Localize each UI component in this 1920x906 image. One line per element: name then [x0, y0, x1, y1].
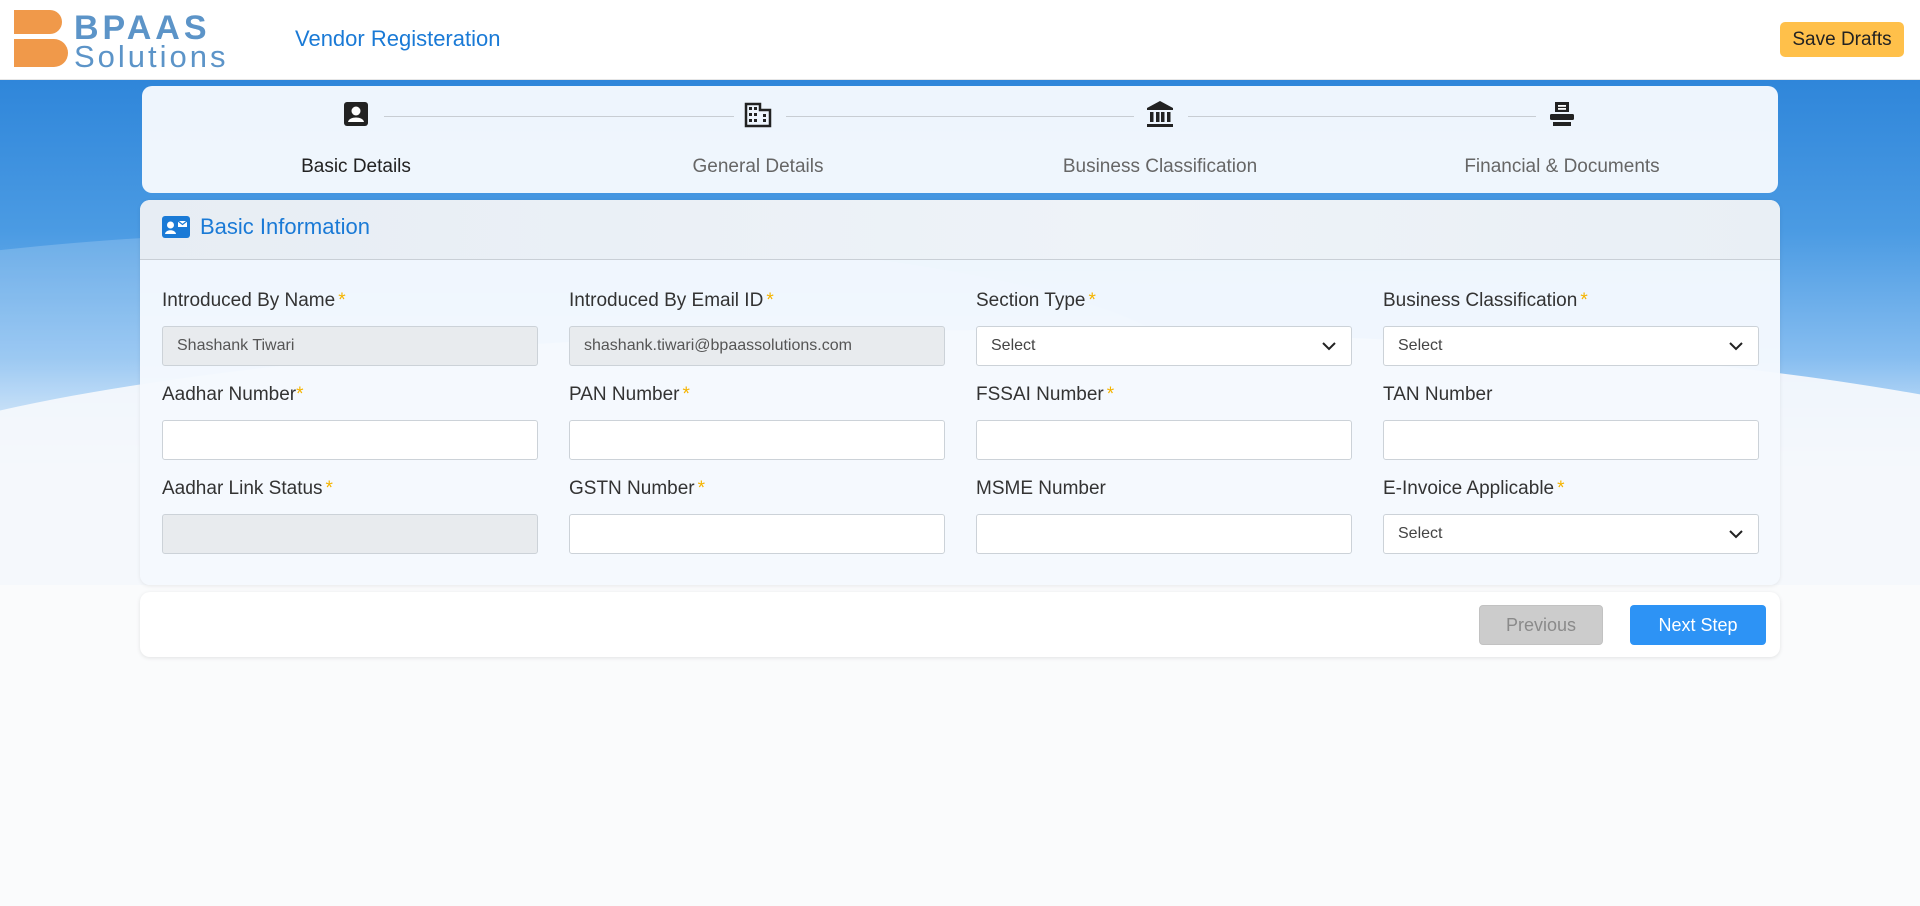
building-icon — [744, 102, 772, 128]
aadhar-link-status-input[interactable] — [162, 514, 538, 554]
field-label: E-Invoice Applicable * — [1383, 478, 1565, 499]
required-asterisk: * — [682, 384, 690, 405]
introduced-by-email-input[interactable] — [569, 326, 945, 366]
required-asterisk: * — [296, 384, 304, 405]
document-stamp-icon — [1550, 102, 1574, 126]
card-title: Basic Information — [200, 214, 370, 239]
chevron-down-icon — [1322, 342, 1336, 351]
logo-text-secondary: Solutions — [74, 39, 229, 74]
previous-button[interactable]: Previous — [1479, 605, 1603, 645]
bank-icon — [1147, 101, 1173, 127]
field-label: MSME Number — [976, 478, 1106, 499]
field-label: Aadhar Link Status * — [162, 478, 333, 499]
card-header: Basic Information — [140, 200, 1780, 260]
step-business-classification[interactable]: Business Classification — [1010, 86, 1310, 193]
field-label: TAN Number — [1383, 384, 1493, 405]
required-asterisk: * — [1580, 290, 1588, 311]
gstn-number-input[interactable] — [569, 514, 945, 554]
field-label: Section Type * — [976, 290, 1096, 311]
introduced-by-name-input[interactable] — [162, 326, 538, 366]
field-label: Introduced By Name * — [162, 290, 346, 311]
required-asterisk: * — [1088, 290, 1096, 311]
field-label: Aadhar Number* — [162, 384, 304, 405]
form-actions-bar: Previous Next Step — [140, 592, 1780, 657]
next-step-button[interactable]: Next Step — [1630, 605, 1766, 645]
select-value: Select — [1398, 525, 1443, 542]
select-value: Select — [991, 337, 1036, 354]
step-label: Basic Details — [301, 156, 411, 177]
required-asterisk: * — [766, 290, 774, 311]
required-asterisk: * — [338, 290, 346, 311]
step-label: General Details — [692, 156, 824, 177]
contact-icon — [344, 102, 368, 126]
top-header: BPAAS Solutions Vendor Registeration Sav… — [0, 0, 1920, 80]
field-label: FSSAI Number * — [976, 384, 1115, 405]
required-asterisk: * — [1557, 478, 1565, 499]
logo-b-icon — [14, 10, 68, 67]
id-card-icon — [162, 216, 190, 238]
field-label: Introduced By Email ID * — [569, 290, 774, 311]
business-classification-select[interactable]: Select — [1383, 326, 1759, 366]
step-financial-documents[interactable]: Financial & Documents — [1412, 86, 1712, 193]
aadhar-number-input[interactable] — [162, 420, 538, 460]
step-label: Financial & Documents — [1464, 156, 1660, 177]
save-drafts-button[interactable]: Save Drafts — [1780, 22, 1904, 57]
step-general-details[interactable]: General Details — [608, 86, 908, 193]
pan-number-input[interactable] — [569, 420, 945, 460]
field-label: Business Classification * — [1383, 290, 1588, 311]
select-value: Select — [1398, 337, 1443, 354]
e-invoice-applicable-select[interactable]: Select — [1383, 514, 1759, 554]
chevron-down-icon — [1729, 342, 1743, 351]
step-basic-details[interactable]: Basic Details — [206, 86, 506, 193]
page-title: Vendor Registeration — [295, 26, 501, 51]
section-type-select[interactable]: Select — [976, 326, 1352, 366]
required-asterisk: * — [1106, 384, 1115, 405]
tan-number-input[interactable] — [1383, 420, 1759, 460]
field-label: PAN Number * — [569, 384, 690, 405]
basic-information-card: Basic Information Introduced By Name* In… — [140, 200, 1780, 585]
registration-stepper: Basic Details General Details Business C… — [142, 86, 1778, 193]
step-label: Business Classification — [1062, 156, 1258, 177]
company-logo[interactable]: BPAAS Solutions — [14, 10, 244, 74]
required-asterisk: * — [697, 478, 706, 499]
field-label: GSTN Number * — [569, 478, 706, 499]
fssai-number-input[interactable] — [976, 420, 1352, 460]
msme-number-input[interactable] — [976, 514, 1352, 554]
chevron-down-icon — [1729, 530, 1743, 539]
required-asterisk: * — [325, 478, 333, 499]
